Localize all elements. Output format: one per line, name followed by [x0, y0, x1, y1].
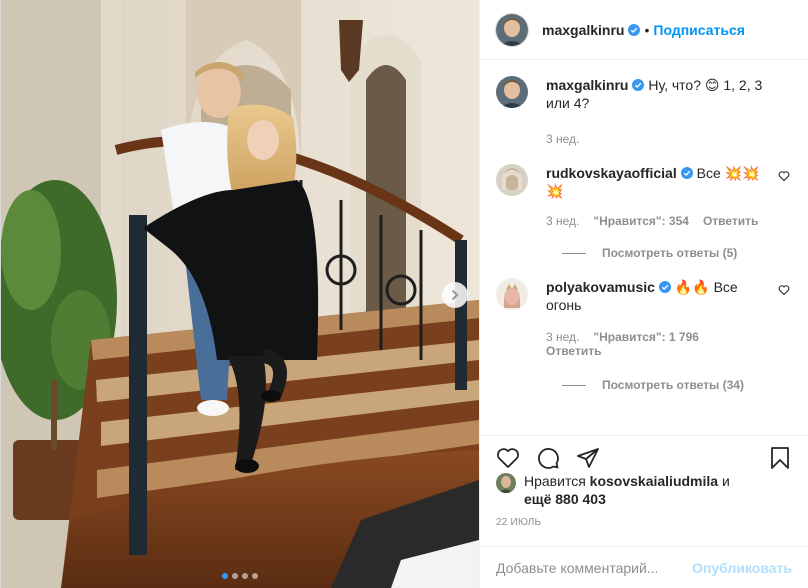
comment-icon[interactable] [536, 446, 560, 470]
caption-time[interactable]: 3 нед. [546, 132, 579, 146]
follow-button[interactable]: Подписаться [653, 22, 745, 38]
verified-icon [632, 79, 645, 91]
save-icon[interactable] [768, 446, 792, 470]
share-icon[interactable] [576, 446, 600, 470]
post-dialog: maxgalkinru • Подписаться maxgalkinru Ну… [0, 0, 808, 588]
liker-avatar[interactable] [496, 473, 516, 493]
likes-prefix: Нравится [524, 473, 586, 489]
comment-username[interactable]: rudkovskayaofficial [546, 165, 677, 181]
author-avatar[interactable] [496, 13, 528, 46]
comment-time[interactable]: 3 нед. [546, 330, 579, 344]
post-photo[interactable] [1, 0, 479, 588]
chevron-right-icon [452, 290, 459, 300]
liker-username[interactable]: kosovskaialiudmila [590, 473, 718, 489]
view-replies-button[interactable]: Посмотреть ответы (5) [562, 246, 792, 260]
verified-icon [680, 167, 693, 179]
staircase-photo [1, 0, 479, 588]
carousel-dot [252, 573, 258, 579]
comment-avatar[interactable] [496, 278, 528, 310]
action-bar [480, 435, 808, 475]
heart-icon[interactable] [778, 284, 790, 296]
view-replies-button[interactable]: Посмотреть ответы (34) [562, 378, 792, 392]
carousel-dot [242, 573, 248, 579]
publish-button[interactable]: Опубликовать [692, 560, 792, 576]
comment-likes[interactable]: "Нравится": 354 [593, 214, 689, 228]
post-side-panel: maxgalkinru • Подписаться maxgalkinru Ну… [479, 0, 808, 588]
caption-avatar[interactable] [496, 76, 528, 108]
next-slide-button[interactable] [442, 282, 468, 308]
header-separator: • [644, 21, 650, 38]
carousel-dot [232, 573, 238, 579]
comment: rudkovskayaofficial Все 💥💥💥 3 нед. "Нрави… [496, 164, 792, 228]
comment-username[interactable]: polyakovamusic [546, 279, 655, 295]
likes-summary: Нравится kosovskaialiudmila и ещё 880 40… [496, 472, 792, 508]
caption-username[interactable]: maxgalkinru [546, 77, 628, 93]
heart-icon[interactable] [496, 446, 520, 470]
add-comment-form: Опубликовать [480, 546, 808, 588]
reply-button[interactable]: Ответить [703, 214, 758, 228]
comment-time[interactable]: 3 нед. [546, 214, 579, 228]
comment-likes[interactable]: "Нравится": 1 796 [593, 330, 699, 344]
comment-avatar[interactable] [496, 164, 528, 196]
likes-count[interactable]: ещё 880 403 [524, 491, 606, 507]
view-replies-label: Посмотреть ответы (34) [602, 378, 744, 392]
reply-button[interactable]: Ответить [546, 344, 601, 358]
view-replies-label: Посмотреть ответы (5) [602, 246, 738, 260]
verified-icon [628, 23, 641, 36]
heart-icon[interactable] [778, 170, 790, 182]
post-date[interactable]: 22 ИЮЛЬ [496, 517, 541, 528]
comment-input[interactable] [496, 559, 693, 576]
comment: polyakovamusic 🔥🔥 Все огонь 3 нед. "Нрави… [496, 278, 792, 358]
author-username[interactable]: maxgalkinru [542, 22, 624, 38]
divider [562, 252, 586, 254]
likes-and: и [721, 473, 730, 489]
carousel-indicator [1, 573, 479, 579]
comments-list[interactable]: maxgalkinru Ну, что? 😊 1, 2, 3 или 4? 3 … [480, 60, 808, 435]
verified-icon [658, 281, 671, 293]
divider [562, 384, 586, 386]
caption: maxgalkinru Ну, что? 😊 1, 2, 3 или 4? 3 … [496, 76, 792, 146]
post-header: maxgalkinru • Подписаться [480, 0, 808, 60]
carousel-dot [222, 573, 228, 579]
